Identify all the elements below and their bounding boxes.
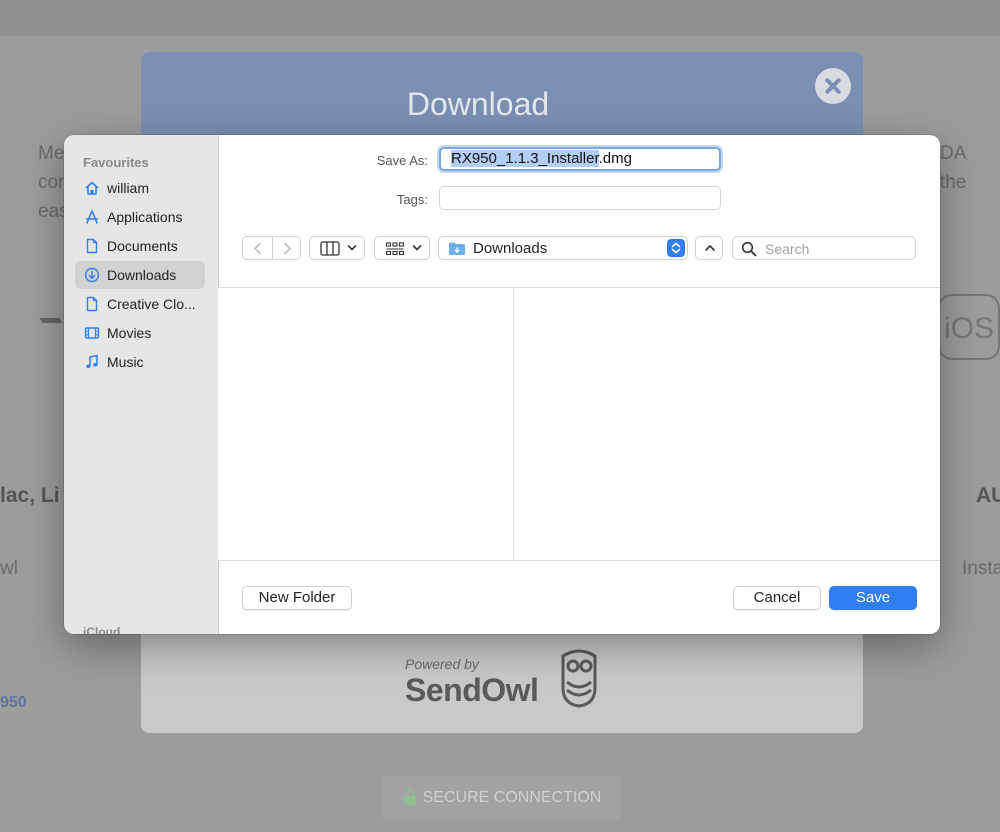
location-popup[interactable]: Downloads bbox=[438, 236, 688, 260]
search-placeholder: Search bbox=[765, 241, 810, 257]
lock-icon bbox=[403, 789, 416, 805]
sidebar-item-applications[interactable]: Applications bbox=[75, 203, 205, 231]
expand-collapse-button[interactable] bbox=[695, 236, 723, 260]
film-icon bbox=[84, 327, 100, 339]
secure-connection-label: SECURE CONNECTION bbox=[422, 789, 602, 806]
search-field[interactable]: Search bbox=[732, 236, 916, 260]
sidebar-item-documents[interactable]: Documents bbox=[75, 232, 205, 260]
tags-input[interactable] bbox=[439, 186, 721, 210]
background-text: Me bbox=[38, 143, 65, 164]
save-as-label: Save As: bbox=[376, 153, 428, 168]
owl-logo-icon bbox=[561, 649, 597, 708]
document-icon bbox=[86, 238, 98, 254]
sidebar-item-downloads[interactable]: Downloads bbox=[75, 261, 205, 289]
sidebar-item-label: william bbox=[107, 180, 149, 196]
background-text: Insta bbox=[962, 558, 1000, 579]
chevron-up-icon bbox=[705, 245, 715, 251]
view-mode-button[interactable] bbox=[309, 236, 365, 260]
document-icon bbox=[86, 296, 98, 312]
sidebar-heading-icloud: iCloud bbox=[83, 625, 121, 634]
background-text: wl bbox=[0, 558, 18, 579]
column-divider[interactable] bbox=[513, 287, 514, 561]
sidebar-item-label: Applications bbox=[107, 209, 183, 225]
background-top-bar bbox=[0, 0, 1000, 36]
home-icon bbox=[85, 181, 99, 195]
chevron-right-icon[interactable] bbox=[281, 242, 293, 255]
background-link: 950 bbox=[0, 694, 27, 711]
save-as-input[interactable]: RX950_1.1.3_Installer.dmg bbox=[439, 147, 721, 171]
columns-view-icon bbox=[320, 241, 340, 256]
modal-title: Download bbox=[406, 86, 550, 122]
sendowl-logo-text: SendOwl bbox=[405, 672, 539, 708]
download-icon bbox=[84, 267, 100, 283]
sidebar-item-label: Movies bbox=[107, 325, 152, 341]
sidebar-item-label: Documents bbox=[107, 238, 178, 254]
sidebar-item-movies[interactable]: Movies bbox=[75, 319, 205, 347]
filename-extension: .dmg bbox=[598, 150, 632, 167]
save-dialog: Favourites william Applications Document… bbox=[64, 135, 940, 634]
new-folder-button[interactable]: New Folder bbox=[242, 586, 352, 610]
navigation-buttons bbox=[242, 236, 301, 260]
sidebar-item-music[interactable]: Music bbox=[75, 348, 205, 376]
location-label: Downloads bbox=[473, 240, 548, 257]
sidebar-item-william[interactable]: william bbox=[75, 174, 205, 202]
sidebar-item-label: Music bbox=[107, 354, 144, 370]
sidebar-heading-favourites: Favourites bbox=[83, 155, 149, 170]
folder-icon bbox=[449, 242, 465, 255]
background-text: the bbox=[940, 172, 967, 193]
chevron-down-icon bbox=[412, 245, 422, 251]
updown-chevron-icon bbox=[671, 242, 681, 254]
background-heading: AU bbox=[976, 484, 1000, 507]
applications-icon bbox=[85, 210, 99, 224]
ios-badge: iOS bbox=[938, 294, 1000, 360]
close-icon[interactable] bbox=[815, 68, 851, 104]
music-note-icon bbox=[86, 354, 98, 368]
sidebar: Favourites william Applications Document… bbox=[64, 135, 219, 634]
save-button[interactable]: Save bbox=[829, 586, 917, 610]
powered-by-label: Powered by bbox=[405, 656, 479, 672]
secure-connection-badge: SECURE CONNECTION bbox=[382, 776, 622, 820]
location-stepper bbox=[667, 239, 685, 257]
sidebar-item-label: Creative Clo... bbox=[107, 296, 196, 312]
sidebar-item-label: Downloads bbox=[107, 267, 177, 283]
chevron-left-icon[interactable] bbox=[252, 242, 264, 255]
cancel-button[interactable]: Cancel bbox=[733, 586, 821, 610]
sidebar-item-creative-cloud[interactable]: Creative Clo... bbox=[75, 290, 205, 318]
grid-group-icon bbox=[385, 242, 405, 256]
background-heading: lac, Li bbox=[0, 484, 60, 507]
background-text: DA bbox=[940, 143, 967, 164]
chevron-down-icon bbox=[347, 245, 357, 251]
filename-selected-text: RX950_1.1.3_Installer bbox=[451, 150, 599, 167]
tags-label: Tags: bbox=[396, 192, 428, 207]
group-by-button[interactable] bbox=[374, 236, 430, 260]
search-icon bbox=[741, 241, 757, 257]
file-browser[interactable] bbox=[218, 287, 940, 561]
